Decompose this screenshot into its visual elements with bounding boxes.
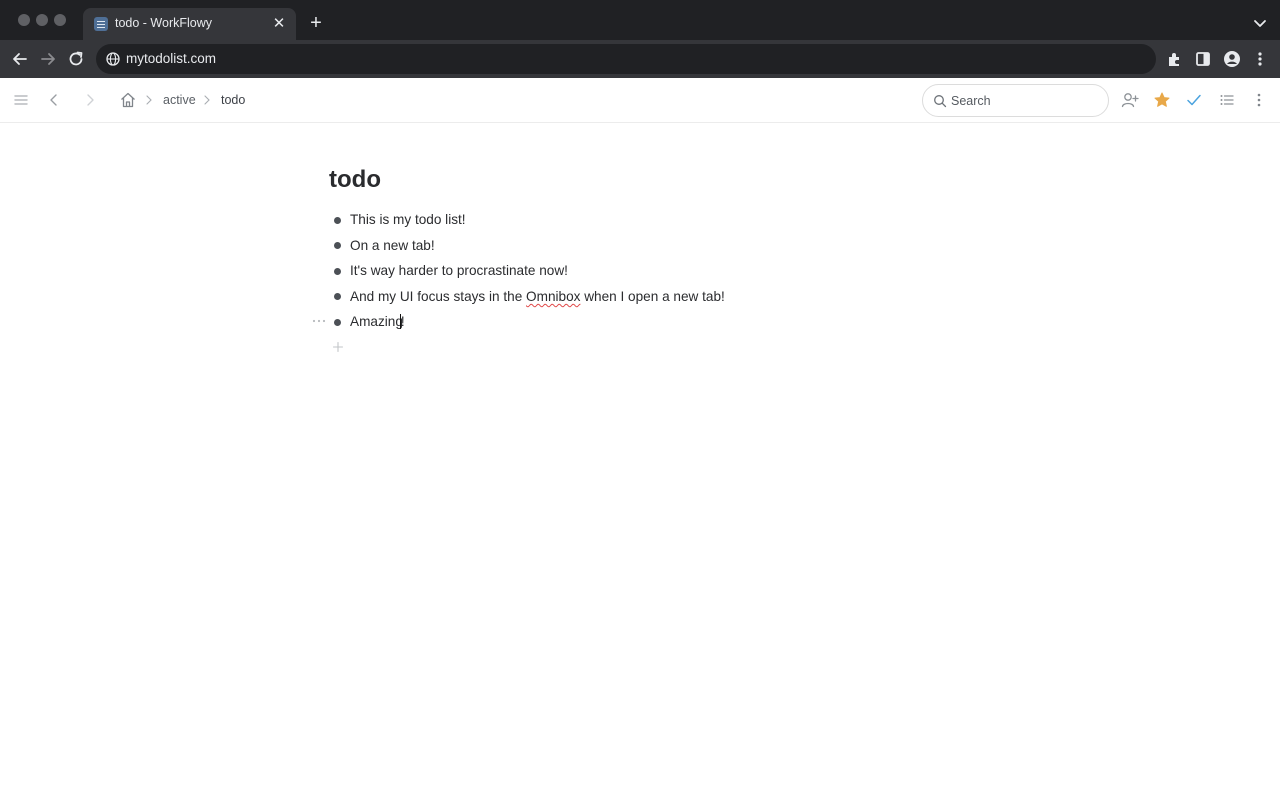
list-item-text[interactable]: And my UI focus stays in the Omnibox whe…	[350, 289, 725, 304]
add-user-icon[interactable]	[1120, 90, 1140, 110]
extensions-icon[interactable]	[1165, 49, 1185, 69]
document-title[interactable]: todo	[329, 166, 381, 194]
list-item[interactable]: It's way harder to procrastinate now!	[312, 260, 1012, 286]
search-box[interactable]	[922, 84, 1109, 117]
list-item[interactable]: And my UI focus stays in the Omnibox whe…	[312, 286, 1012, 312]
text-segment: And my UI focus stays in the	[350, 288, 527, 304]
back-arrow-icon[interactable]	[9, 48, 31, 70]
text-segment: !	[400, 314, 405, 330]
misspelled-word: Omnibox	[526, 288, 581, 304]
bullet-icon[interactable]	[334, 318, 341, 326]
list-view-icon[interactable]	[1217, 90, 1237, 110]
list-item[interactable]: On a new tab!	[312, 235, 1012, 261]
app-header: active todo	[0, 78, 1280, 123]
globe-icon[interactable]	[106, 52, 120, 66]
bullet-icon[interactable]	[334, 267, 341, 275]
list-item-text[interactable]: On a new tab!	[350, 238, 435, 253]
tab-title: todo - WorkFlowy	[115, 16, 213, 30]
bullet-icon[interactable]	[334, 242, 341, 250]
text-segment: Amazing	[350, 314, 403, 330]
url-text[interactable]: mytodolist.com	[126, 51, 216, 66]
kebab-menu-icon[interactable]	[1250, 49, 1270, 69]
breadcrumb-current[interactable]: todo	[221, 93, 245, 107]
bullet-list: This is my todo list! On a new tab! It's…	[312, 209, 1012, 337]
new-tab-button[interactable]: +	[305, 12, 327, 34]
forward-chevron-icon[interactable]	[80, 90, 100, 110]
list-item-text[interactable]: Amazing!	[350, 314, 405, 330]
tab-close-icon[interactable]: ✕	[270, 15, 288, 33]
list-item-text[interactable]: It's way harder to procrastinate now!	[350, 263, 568, 278]
back-chevron-icon[interactable]	[44, 90, 64, 110]
completed-check-icon[interactable]	[1184, 90, 1204, 110]
list-item-active[interactable]: Amazing!	[312, 311, 1012, 337]
workflowy-favicon-icon	[94, 17, 108, 31]
minimize-window-button[interactable]	[36, 14, 48, 26]
browser-toolbar: mytodolist.com	[0, 40, 1280, 78]
omnibox[interactable]: mytodolist.com	[96, 44, 1156, 74]
close-window-button[interactable]	[18, 14, 30, 26]
item-options-handle-icon[interactable]	[312, 316, 326, 326]
star-icon[interactable]	[1152, 90, 1172, 110]
browser-titlebar: todo - WorkFlowy ✕ +	[0, 0, 1280, 40]
add-item-plus-icon[interactable]	[332, 341, 344, 353]
list-item-text[interactable]: This is my todo list!	[350, 212, 466, 227]
profile-icon[interactable]	[1222, 49, 1242, 69]
tab-search-icon[interactable]	[1250, 13, 1270, 33]
zoom-window-button[interactable]	[54, 14, 66, 26]
breadcrumb-separator-icon	[146, 95, 152, 105]
text-segment: when I open a new tab!	[580, 288, 725, 304]
search-icon	[934, 95, 947, 108]
breadcrumb-separator-icon	[204, 95, 210, 105]
home-icon[interactable]	[118, 90, 138, 110]
hamburger-menu-icon[interactable]	[11, 90, 31, 110]
breadcrumb-active[interactable]: active	[163, 93, 196, 107]
bullet-icon[interactable]	[334, 293, 341, 301]
workflowy-page: active todo Search todo This is my todo …	[0, 78, 1280, 800]
list-item[interactable]: This is my todo list!	[312, 209, 1012, 235]
more-options-icon[interactable]	[1249, 90, 1269, 110]
forward-arrow-icon[interactable]	[37, 48, 59, 70]
side-panel-icon[interactable]	[1193, 49, 1213, 69]
reload-icon[interactable]	[65, 48, 87, 70]
browser-tab[interactable]: todo - WorkFlowy ✕	[83, 8, 296, 40]
search-input[interactable]	[951, 91, 1101, 111]
bullet-icon[interactable]	[334, 216, 341, 224]
